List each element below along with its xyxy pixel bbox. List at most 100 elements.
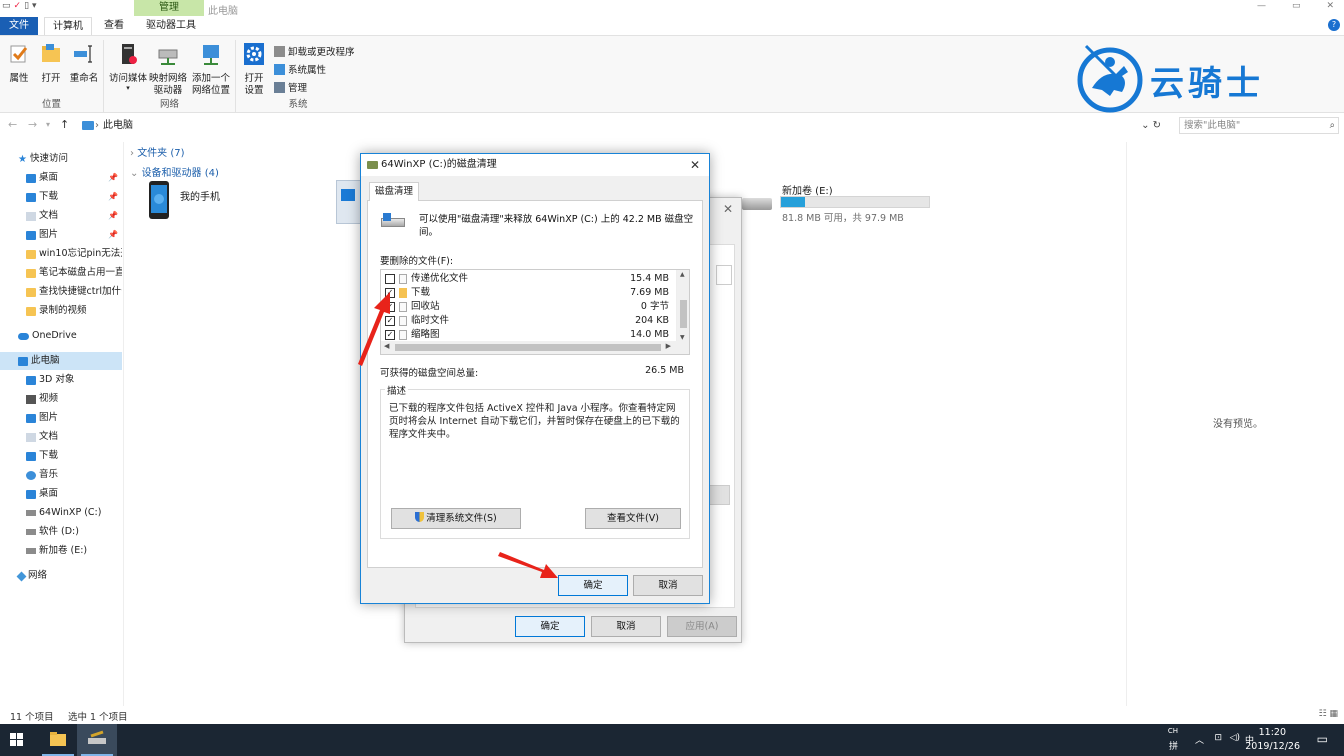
folders-group-header[interactable]: › 文件夹 (7): [130, 144, 185, 159]
tab-file[interactable]: 文件: [0, 17, 38, 35]
nav-onedrive[interactable]: OneDrive: [0, 327, 122, 345]
description-label: 描述: [385, 383, 409, 397]
phone-icon[interactable]: [146, 180, 172, 220]
nav-this-pc[interactable]: 此电脑: [0, 352, 122, 370]
nav-item-folder[interactable]: 笔记本磁盘占用一直: [0, 264, 122, 282]
phone-label[interactable]: 我的手机: [180, 188, 220, 203]
drive-c-icon[interactable]: [336, 180, 362, 224]
address-field[interactable]: › 此电脑 ⌄ ↻: [77, 117, 1163, 134]
nav-pc-item[interactable]: 新加卷 (E:): [0, 542, 122, 560]
nav-pc-item[interactable]: 文档: [0, 428, 122, 446]
minimize-icon[interactable]: —: [1257, 1, 1266, 11]
ribbon-tabs: 文件 计算机 查看 驱动器工具: [0, 17, 1344, 35]
ime-indicator-top[interactable]: CH: [1168, 727, 1178, 735]
close-icon[interactable]: ✕: [1326, 1, 1334, 11]
rename-button[interactable]: 重命名: [68, 42, 100, 85]
clock-time[interactable]: 11:20: [1259, 727, 1286, 738]
scroll-thumb[interactable]: [680, 300, 687, 328]
clean-system-files-button[interactable]: 清理系统文件(S): [391, 508, 521, 529]
nav-pc-item[interactable]: 软件 (D:): [0, 523, 122, 541]
pc-icon[interactable]: ▭: [2, 1, 11, 11]
address-dropdown-icon[interactable]: ⌄ ↻: [1141, 117, 1161, 134]
file-checkbox[interactable]: [385, 274, 395, 284]
nav-item-folder[interactable]: win10忘记pin无法开: [0, 245, 122, 263]
taskbar-file-explorer[interactable]: [38, 724, 78, 756]
tray-overflow-icon[interactable]: ︿: [1195, 733, 1204, 746]
file-list-row[interactable]: ✓ 临时文件 204 KB: [381, 314, 677, 328]
cleanup-intro-text: 可以使用"磁盘清理"来释放 64WinXP (C:) 上的 42.2 MB 磁盘…: [419, 214, 694, 238]
cancel-button[interactable]: 取消: [633, 575, 703, 596]
taskbar-disk-cleanup[interactable]: [77, 724, 117, 756]
ok-button[interactable]: 确定: [558, 575, 628, 596]
windows-start-icon[interactable]: [10, 733, 24, 747]
close-icon[interactable]: ✕: [690, 154, 700, 176]
tab-drive-tools[interactable]: 驱动器工具: [140, 17, 202, 35]
open-button[interactable]: 打开: [38, 42, 64, 85]
map-drive-button[interactable]: 映射网络 驱动器: [148, 42, 188, 97]
properties-apply-button[interactable]: 应用(A): [667, 616, 737, 637]
nav-pc-item[interactable]: 桌面: [0, 485, 122, 503]
nav-item-documents[interactable]: 文档 📌: [0, 207, 122, 225]
add-network-location-button[interactable]: 添加一个 网络位置: [190, 42, 232, 97]
recent-dropdown-icon[interactable]: ▾: [46, 120, 50, 129]
file-list-row[interactable]: ✓ 缩略图 14.0 MB: [381, 328, 677, 342]
nav-pc-item[interactable]: 视频: [0, 390, 122, 408]
file-list-row[interactable]: ✓回收站0 字节: [381, 300, 677, 314]
scroll-right-icon[interactable]: ▶: [666, 342, 671, 350]
tab-view[interactable]: 查看: [98, 17, 130, 35]
maximize-icon[interactable]: ▭: [1292, 1, 1301, 11]
access-media-button[interactable]: 访问媒体 ▾: [108, 42, 148, 92]
properties-button[interactable]: 属性: [6, 42, 32, 85]
tab-disk-cleanup[interactable]: 磁盘清理: [369, 182, 419, 201]
network-status-icon[interactable]: ⊡: [1214, 733, 1222, 743]
ribbon: 属性 打开 重命名 位置 访问媒体 ▾ 映射网络 驱动器 添加一个 网络位置 网…: [0, 35, 1344, 113]
system-icon: [274, 63, 285, 75]
nav-pc-item[interactable]: 下载: [0, 447, 122, 465]
open-settings-button[interactable]: 打开 设置: [240, 42, 268, 97]
manage-context-tab[interactable]: 管理: [134, 0, 204, 16]
ime-indicator-bottom[interactable]: 拼: [1169, 739, 1178, 752]
help-icon[interactable]: ?: [1328, 19, 1340, 31]
horizontal-scrollbar[interactable]: ◀ ▶: [381, 341, 689, 354]
properties-cancel-button[interactable]: 取消: [591, 616, 661, 637]
file-list-row[interactable]: ✓下载7.69 MB: [381, 286, 677, 300]
system-properties-button[interactable]: 系统属性: [274, 62, 326, 76]
files-to-delete-list[interactable]: ▲ ▼ ◀ ▶ 传递优化文件15.4 MB✓下载7.69 MB✓回收站0 字节✓…: [380, 269, 690, 355]
clock-date[interactable]: 2019/12/26: [1245, 741, 1300, 752]
action-center-icon[interactable]: ▭: [1317, 732, 1328, 746]
breadcrumb-this-pc[interactable]: 此电脑: [103, 120, 133, 131]
scroll-up-icon[interactable]: ▲: [680, 271, 685, 278]
uninstall-programs-button[interactable]: 卸载或更改程序: [274, 44, 355, 58]
properties-ok-button[interactable]: 确定: [515, 616, 585, 637]
properties-icon[interactable]: ✓: [14, 1, 22, 11]
scroll-thumb[interactable]: [395, 344, 661, 351]
nav-item-downloads[interactable]: 下载 📌: [0, 188, 122, 206]
close-icon[interactable]: ✕: [723, 202, 733, 216]
scroll-down-icon[interactable]: ▼: [680, 334, 685, 341]
nav-item-pictures[interactable]: 图片 📌: [0, 226, 122, 244]
back-arrow-icon[interactable]: ←: [8, 118, 17, 131]
nav-quick-access[interactable]: ★ 快速访问: [0, 150, 122, 168]
manage-button[interactable]: 管理: [274, 80, 307, 94]
new-folder-icon[interactable]: ▯: [24, 1, 29, 11]
view-toggle-icons[interactable]: ☷ ▦: [1319, 709, 1338, 719]
nav-item-folder[interactable]: 录制的视频: [0, 302, 122, 320]
file-list-row[interactable]: 传递优化文件 15.4 MB: [381, 272, 677, 286]
nav-item-desktop[interactable]: 桌面 📌: [0, 169, 122, 187]
forward-arrow-icon[interactable]: →: [28, 118, 37, 131]
nav-item-folder[interactable]: 查找快捷键ctrl加什么: [0, 283, 122, 301]
nav-pc-item[interactable]: 音乐: [0, 466, 122, 484]
nav-pc-item[interactable]: 图片: [0, 409, 122, 427]
up-arrow-icon[interactable]: ↑: [60, 118, 69, 131]
view-files-button[interactable]: 查看文件(V): [585, 508, 681, 529]
pictures-icon: [26, 413, 36, 423]
customize-qat-icon[interactable]: ▾: [32, 1, 37, 11]
volume-icon[interactable]: ◁): [1230, 733, 1240, 743]
nav-pc-item[interactable]: 3D 对象: [0, 371, 122, 389]
nav-pc-item[interactable]: 64WinXP (C:): [0, 504, 122, 522]
tab-computer[interactable]: 计算机: [44, 17, 92, 35]
devices-group-header[interactable]: ⌄ 设备和驱动器 (4): [130, 164, 219, 179]
search-input[interactable]: 搜索"此电脑" ⌕: [1179, 117, 1339, 134]
nav-network[interactable]: 网络: [0, 567, 122, 585]
vertical-scrollbar[interactable]: ▲ ▼: [676, 270, 689, 342]
